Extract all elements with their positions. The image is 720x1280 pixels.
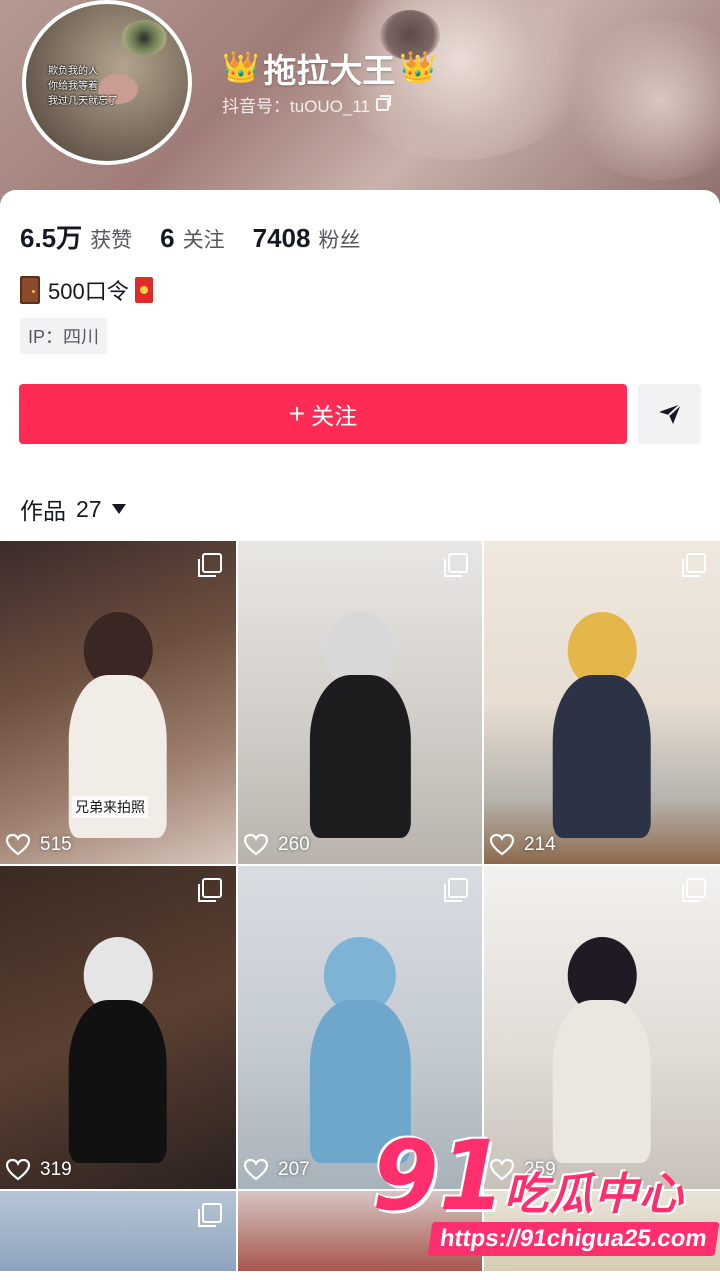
multi-image-icon bbox=[198, 878, 222, 902]
tile-likes: 214 bbox=[490, 834, 556, 856]
copy-icon[interactable] bbox=[376, 95, 392, 111]
tile-likes: 515 bbox=[6, 834, 72, 856]
tile-likes-count: 260 bbox=[278, 834, 310, 855]
watermark-logo: 91 bbox=[372, 1120, 506, 1232]
tile-likes-count: 515 bbox=[40, 834, 72, 855]
send-message-button[interactable] bbox=[638, 384, 701, 444]
works-label: 作品 bbox=[20, 498, 66, 524]
follow-label: 关注 bbox=[311, 403, 358, 429]
follow-button[interactable]: + 关注 bbox=[19, 384, 627, 444]
multi-image-icon bbox=[682, 553, 706, 577]
tile-likes: 207 bbox=[244, 1159, 310, 1181]
works-count: 27 bbox=[76, 495, 102, 522]
tile-likes-count: 214 bbox=[524, 834, 556, 855]
watermark-url: https://91chigua25.com bbox=[427, 1222, 720, 1256]
video-tile[interactable]: 214 bbox=[484, 541, 720, 864]
following-count[interactable]: 6 bbox=[160, 223, 174, 254]
likes-count: 6.5万 bbox=[20, 223, 83, 253]
paper-plane-icon bbox=[658, 403, 682, 424]
multi-image-icon bbox=[444, 878, 468, 902]
tile-likes: 319 bbox=[6, 1159, 72, 1181]
heart-icon bbox=[490, 834, 514, 856]
door-icon bbox=[20, 276, 40, 304]
video-tile[interactable]: 319 bbox=[0, 866, 236, 1189]
video-tile[interactable]: 兄弟来拍照 515 bbox=[0, 541, 236, 864]
likes-label: 获赞 bbox=[90, 229, 133, 252]
stats-row: 6.5万 获赞 6 关注 7408 粉丝 bbox=[20, 218, 388, 255]
works-tab[interactable]: 作品 27 bbox=[20, 492, 126, 526]
tile-overlay-text: 兄弟来拍照 bbox=[72, 796, 148, 818]
video-tile[interactable] bbox=[0, 1191, 236, 1271]
avatar-caption: 欺负我的人 你给我等着 我过几天就忘了 bbox=[48, 66, 118, 107]
ip-location-tag: IP：四川 bbox=[20, 318, 108, 354]
plus-icon: + bbox=[288, 398, 306, 429]
multi-image-icon bbox=[444, 553, 468, 577]
tile-likes-count: 319 bbox=[40, 1159, 72, 1180]
avatar[interactable]: 欺负我的人 你给我等着 我过几天就忘了 bbox=[22, 0, 192, 165]
douyin-id: 抖音号：tuOUO_11 bbox=[222, 97, 371, 116]
followers-label[interactable]: 粉丝 bbox=[318, 224, 360, 254]
multi-image-icon bbox=[682, 878, 706, 902]
site-watermark: 91 吃瓜中心 https://91chigua25.com bbox=[372, 1120, 720, 1268]
profile-sheet: 6.5万 获赞 6 关注 7408 粉丝 500口令 IP：四川 + 关注 作品… bbox=[0, 190, 720, 1280]
heart-icon bbox=[244, 834, 268, 856]
multi-image-icon bbox=[198, 1203, 222, 1227]
username: 拖拉大王 bbox=[263, 52, 396, 89]
video-tile[interactable]: 260 bbox=[238, 541, 482, 864]
following-label[interactable]: 关注 bbox=[183, 224, 225, 254]
douyin-id-row[interactable]: 抖音号：tuOUO_11 bbox=[222, 92, 392, 117]
bio: 500口令 bbox=[20, 274, 153, 306]
watermark-name: 吃瓜中心 bbox=[504, 1170, 684, 1219]
heart-icon bbox=[6, 834, 30, 856]
caret-down-icon[interactable] bbox=[111, 504, 126, 514]
heart-icon bbox=[244, 1159, 268, 1181]
heart-icon bbox=[6, 1159, 30, 1181]
username-row: 👑 拖拉大王 👑 bbox=[222, 44, 437, 92]
bio-text: 500口令 bbox=[48, 279, 129, 304]
crown-icon: 👑 bbox=[222, 51, 260, 84]
multi-image-icon bbox=[198, 553, 222, 577]
crown-icon: 👑 bbox=[399, 51, 437, 84]
followers-count[interactable]: 7408 bbox=[253, 223, 311, 254]
red-envelope-icon bbox=[134, 277, 153, 303]
tile-likes: 260 bbox=[244, 834, 310, 856]
tile-likes-count: 207 bbox=[278, 1159, 310, 1180]
